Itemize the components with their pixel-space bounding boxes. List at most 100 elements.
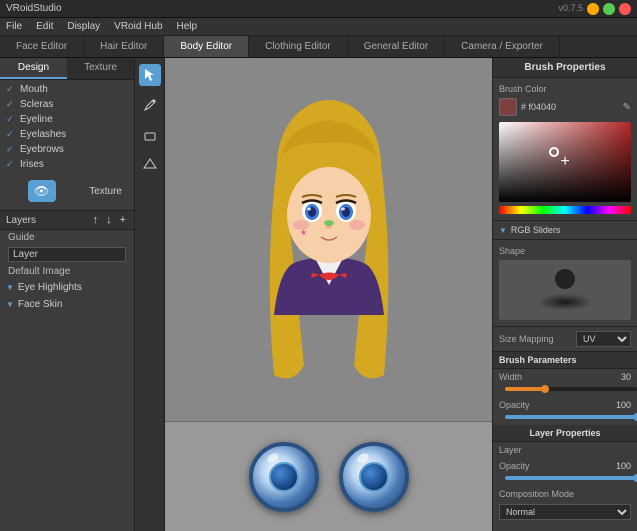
comp-mode-row: Composition Mode (493, 486, 637, 502)
main-layout: Design Texture ✓ Mouth ✓ Scleras ✓ Eyeli… (0, 58, 637, 531)
size-mapping-row: Size Mapping UV Screen (493, 327, 637, 352)
layer-opacity-value: 100 (606, 461, 631, 471)
close-button[interactable] (619, 3, 631, 15)
rgb-toggle-arrow-icon: ▼ (499, 226, 507, 235)
layer-label: Layer (499, 445, 631, 455)
expand-arrow-icon-2: ▼ (6, 300, 14, 309)
layer-item-scleras[interactable]: ✓ Scleras (0, 97, 134, 112)
hue-bar[interactable] (499, 206, 631, 214)
tool-select-button[interactable] (139, 64, 161, 86)
menu-help[interactable]: Help (177, 21, 198, 32)
layer-opacity-slider-handle[interactable] (633, 474, 637, 482)
layer-item-irises[interactable]: ✓ Irises (0, 157, 134, 172)
width-label: Width (499, 372, 602, 382)
rgb-sliders-label: RGB Sliders (511, 225, 561, 235)
layers-up-button[interactable]: ↑ (91, 214, 101, 226)
brush-color-section: Brush Color # f04040 ✎ + (493, 78, 637, 221)
check-icon-mouth: ✓ (6, 84, 16, 95)
maximize-button[interactable] (603, 3, 615, 15)
layers-header: Layers ↑ ↓ + (0, 210, 134, 230)
layers-add-button[interactable]: + (118, 214, 128, 226)
tab-texture[interactable]: Texture (67, 58, 134, 79)
layer-name-input[interactable] (8, 247, 126, 262)
tab-hair-editor[interactable]: Hair Editor (84, 36, 164, 57)
width-row: Width 30 (493, 369, 637, 385)
rgb-sliders-toggle[interactable]: ▼ RGB Sliders (493, 221, 637, 240)
comp-mode-label: Composition Mode (499, 489, 631, 499)
brush-color-label: Brush Color (499, 84, 631, 94)
menu-edit[interactable]: Edit (36, 21, 53, 32)
texture-label: Texture (83, 182, 128, 201)
minimize-button[interactable] (587, 3, 599, 15)
tab-body-editor[interactable]: Body Editor (164, 36, 249, 57)
opacity-slider-fill (505, 415, 637, 419)
expand-eye-highlights[interactable]: ▼ Eye Highlights (0, 279, 134, 296)
layer-list: ✓ Mouth ✓ Scleras ✓ Eyeline ✓ Eyelashes … (0, 80, 134, 531)
layer-row: Layer (493, 442, 637, 458)
tab-face-editor[interactable]: Face Editor (0, 36, 84, 57)
tool-pen-button[interactable] (139, 94, 161, 116)
brush-properties-title: Brush Properties (493, 58, 637, 78)
layer-props-header: Layer Properties (493, 425, 637, 442)
menu-display[interactable]: Display (67, 21, 100, 32)
size-mapping-label: Size Mapping (499, 334, 572, 344)
tab-camera-exporter[interactable]: Camera / Exporter (445, 36, 560, 57)
opacity-slider-track[interactable] (505, 415, 637, 419)
tab-general-editor[interactable]: General Editor (348, 36, 445, 57)
width-slider-handle[interactable] (541, 385, 549, 393)
center-area: ★ (135, 58, 492, 531)
shape-circle (555, 269, 575, 289)
tab-design[interactable]: Design (0, 58, 67, 79)
check-icon-eyeline: ✓ (6, 114, 16, 125)
tool-fill-button[interactable] (139, 154, 161, 176)
layers-down-button[interactable]: ↓ (104, 214, 114, 226)
color-picker-box[interactable]: + (499, 122, 631, 202)
svg-text:★: ★ (300, 228, 307, 237)
width-slider-track[interactable] (505, 387, 637, 391)
tool-eraser-button[interactable] (139, 124, 161, 146)
version-label: v0.7.5 (558, 3, 583, 15)
layer-opacity-slider-track[interactable] (505, 476, 637, 480)
opacity-value: 100 (606, 400, 631, 410)
color-swatch[interactable] (499, 98, 517, 116)
toolbar-strip (135, 58, 165, 531)
layer-item-mouth[interactable]: ✓ Mouth (0, 82, 134, 97)
layer-opacity-slider-fill (505, 476, 637, 480)
opacity-slider-handle[interactable] (633, 413, 637, 421)
avatar-display: ★ (244, 85, 414, 395)
comp-mode-select[interactable]: Normal Multiply Screen Overlay (499, 504, 631, 520)
shape-label: Shape (499, 246, 631, 256)
width-slider-fill (505, 387, 545, 391)
layer-opacity-row: Opacity 100 (493, 458, 637, 474)
menu-vroid-hub[interactable]: VRoid Hub (114, 21, 162, 32)
layer-sub-default-image[interactable]: Default Image (0, 264, 134, 279)
app-title: VRoidStudio (6, 3, 62, 14)
layer-sub-guide[interactable]: Guide (0, 230, 134, 245)
check-icon-eyelashes: ✓ (6, 129, 16, 140)
eye-sphere-inner-right (359, 462, 389, 492)
shape-preview (499, 260, 631, 320)
menu-file[interactable]: File (6, 21, 22, 32)
check-icon-scleras: ✓ (6, 99, 16, 110)
check-icon-eyebrows: ✓ (6, 144, 16, 155)
color-row: # f04040 ✎ (499, 98, 631, 116)
size-mapping-select[interactable]: UV Screen (576, 331, 631, 347)
layer-item-eyelashes[interactable]: ✓ Eyelashes (0, 127, 134, 142)
layer-item-eyeline[interactable]: ✓ Eyeline (0, 112, 134, 127)
layer-item-eyebrows[interactable]: ✓ Eyebrows (0, 142, 134, 157)
eye-sphere-inner-left (269, 462, 299, 492)
tab-clothing-editor[interactable]: Clothing Editor (249, 36, 348, 57)
title-bar: VRoidStudio v0.7.5 (0, 0, 637, 18)
opacity-label: Opacity (499, 400, 602, 410)
eye-sphere-right (339, 442, 409, 512)
eye-icon-box: 👁 (28, 180, 56, 202)
left-panel: Design Texture ✓ Mouth ✓ Scleras ✓ Eyeli… (0, 58, 135, 531)
expand-face-skin[interactable]: ▼ Face Skin (0, 296, 134, 313)
shape-section: Shape (493, 240, 637, 327)
canvas-bottom (165, 421, 492, 531)
canvas-top[interactable]: ★ (165, 58, 492, 421)
canvas-area: ★ (165, 58, 492, 531)
edit-color-icon[interactable]: ✎ (623, 102, 631, 113)
layer-opacity-label: Opacity (499, 461, 602, 471)
opacity-row: Opacity 100 (493, 397, 637, 413)
